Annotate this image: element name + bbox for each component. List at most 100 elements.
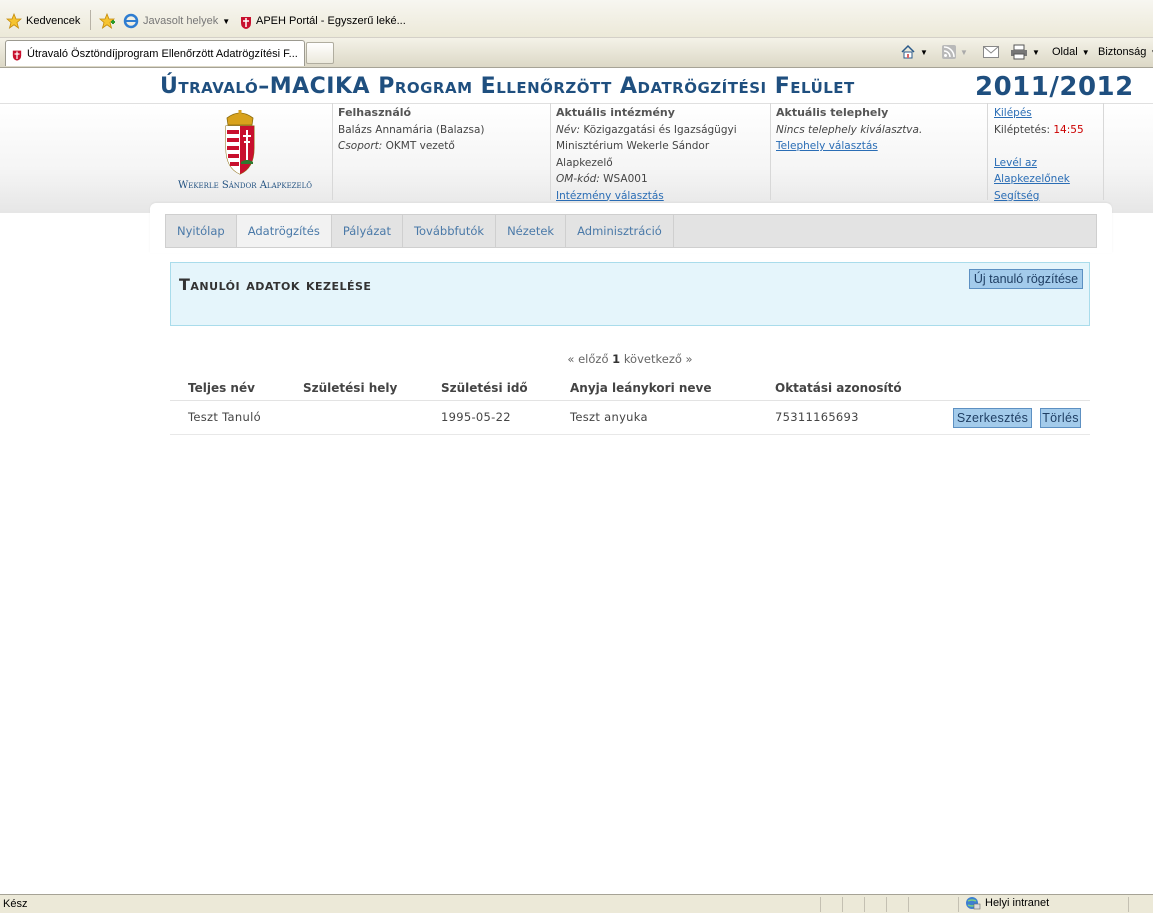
nav-item-tovabbfutok[interactable]: Továbbfutók (403, 215, 497, 247)
nav-item-nyitolap[interactable]: Nyitólap (166, 215, 237, 247)
printer-icon (1011, 44, 1027, 60)
edit-button[interactable]: Szerkesztés (953, 407, 1032, 428)
pager-current: 1 (612, 352, 621, 366)
col-full-name[interactable]: Teljes név (170, 376, 285, 401)
browser-tab-active[interactable]: Útravaló Ösztöndíjprogram Ellenőrzött Ad… (5, 40, 305, 66)
ie-icon (123, 13, 139, 29)
logout-link[interactable]: Kilépés (994, 107, 1032, 119)
institution-name-value: Közigazgatási és Igazságügyi (583, 123, 737, 136)
print-button[interactable]: ▼ (1010, 43, 1040, 61)
pager-prev[interactable]: « előző (567, 352, 608, 366)
hungarian-crest-icon (12, 50, 22, 61)
suggested-sites-button[interactable]: Javasolt helyek ▼ (123, 12, 230, 30)
institution-name-line3: Alapkezelő (556, 156, 613, 169)
safety-menu-label: Biztonság (1098, 46, 1147, 58)
divider (90, 10, 91, 30)
divider (550, 103, 551, 200)
tab-title: Útravaló Ösztöndíjprogram Ellenőrzött Ad… (27, 47, 298, 60)
favorites-button[interactable]: Kedvencek (6, 12, 80, 30)
logout-timer-value: 14:55 (1053, 123, 1084, 136)
divider (864, 897, 865, 912)
add-favorite-button[interactable] (98, 12, 116, 30)
page-menu-button[interactable]: Oldal ▼ (1052, 43, 1090, 61)
nav-item-nezetek[interactable]: Nézetek (496, 215, 567, 247)
group-label: Csoport: (338, 140, 383, 152)
chevron-down-icon: ▼ (1032, 47, 1040, 57)
main-nav: Nyitólap Adatrögzítés Pályázat Továbbfut… (165, 214, 1097, 248)
group-value: OKMT vezető (385, 140, 455, 152)
col-birth-place[interactable]: Születési hely (285, 376, 423, 401)
help-link[interactable]: Segítség (994, 190, 1039, 202)
col-actions (950, 376, 1090, 401)
nav-item-adminisztracio[interactable]: Adminisztráció (566, 215, 674, 247)
hungarian-crest-icon (241, 17, 251, 29)
table-header-row: Teljes név Születési hely Születési idő … (170, 376, 1090, 401)
om-value: WSA001 (603, 173, 648, 185)
suggested-sites-label: Javasolt helyek (143, 15, 219, 27)
mail-icon (983, 46, 999, 58)
cell-edu-id: 75311165693 (757, 400, 950, 435)
favorites-label: Kedvencek (26, 15, 81, 27)
page-title: Útravaló–MACIKA Program Ellenőrzött Adat… (160, 74, 855, 99)
col-mother-name[interactable]: Anyja leánykori neve (552, 376, 757, 401)
divider (820, 897, 821, 912)
rss-feed-icon (942, 45, 956, 59)
divider (908, 897, 909, 912)
home-icon (901, 44, 915, 59)
institution-name: Név: Közigazgatási és Igazságügyi (556, 122, 766, 139)
divider (1103, 103, 1104, 200)
new-student-button[interactable]: Új tanuló rögzítése (969, 269, 1083, 289)
chevron-down-icon: ▼ (920, 47, 928, 57)
institution-name-label: Név: (556, 123, 581, 136)
cell-birth-date: 1995-05-22 (423, 400, 552, 435)
pager-next[interactable]: következő » (624, 352, 693, 366)
divider (958, 897, 959, 912)
feeds-button[interactable]: ▼ (942, 43, 968, 61)
om-label: OM-kód: (556, 173, 600, 185)
letter-link-line2[interactable]: Alapkezelőnek (994, 173, 1070, 185)
institution-select-link[interactable]: Intézmény választás (556, 190, 664, 202)
nav-item-palyazat[interactable]: Pályázat (332, 215, 403, 247)
page-menu-label: Oldal (1052, 46, 1078, 58)
institution-info: Aktuális intézmény Név: Közigazgatási és… (556, 105, 766, 204)
institution-heading: Aktuális intézmény (556, 106, 675, 119)
hungarian-crest-icon (225, 110, 255, 175)
user-heading: Felhasználó (338, 106, 412, 119)
cell-mother-name: Teszt anyuka (552, 400, 757, 435)
cell-birth-place (285, 400, 423, 435)
chevron-down-icon: ▼ (222, 16, 231, 26)
safety-menu-button[interactable]: Biztonság ▼ (1098, 43, 1153, 61)
zone-indicator[interactable]: Helyi intranet (965, 896, 1049, 910)
student-table: Teljes név Születési hely Születési idő … (170, 376, 1090, 435)
chevron-down-icon: ▼ (1081, 47, 1090, 57)
zone-label: Helyi intranet (985, 897, 1050, 909)
session-info: Kilépés Kiléptetés: 14:55 Levél az Alapk… (994, 105, 1102, 204)
apeh-favorite-label: APEH Portál - Egyszerű leké... (256, 15, 406, 27)
tab-strip: Útravaló Ösztöndíjprogram Ellenőrzött Ad… (0, 38, 1153, 68)
school-year: 2011/2012 (975, 72, 1134, 102)
logout-timer-label: Kiléptetés: (994, 123, 1051, 136)
site-select-link[interactable]: Telephely választás (776, 140, 878, 152)
apeh-favorite-link[interactable]: APEH Portál - Egyszerű leké... (240, 12, 406, 30)
nav-item-adatrogzites[interactable]: Adatrögzítés (236, 215, 332, 247)
mail-button[interactable] (983, 43, 999, 61)
home-button[interactable]: ▼ (900, 43, 928, 61)
favorites-bar: Kedvencek Javasolt helyek ▼ APEH Portál … (0, 0, 1153, 38)
user-name: Balázs Annamária (Balazsa) (338, 123, 485, 136)
status-text: Kész (3, 898, 28, 910)
site-info: Aktuális telephely Nincs telephely kivál… (776, 105, 981, 155)
new-tab-button[interactable] (306, 42, 334, 64)
intranet-globe-icon (966, 897, 981, 910)
divider (842, 897, 843, 912)
col-birth-date[interactable]: Születési idő (423, 376, 552, 401)
logo: Wekerle Sándor Alapkezelő (165, 110, 325, 195)
panel-title: Tanulói adatok kezelése (179, 275, 372, 294)
letter-link-line1[interactable]: Levél az (994, 157, 1037, 169)
col-edu-id[interactable]: Oktatási azonosító (757, 376, 950, 401)
add-favorite-icon (98, 13, 116, 29)
student-data-panel: Tanulói adatok kezelése Új tanuló rögzít… (170, 262, 1090, 326)
star-icon (6, 13, 22, 29)
divider (886, 897, 887, 912)
user-group: Csoport: OKMT vezető (338, 138, 543, 155)
delete-button[interactable]: Törlés (1040, 407, 1081, 428)
